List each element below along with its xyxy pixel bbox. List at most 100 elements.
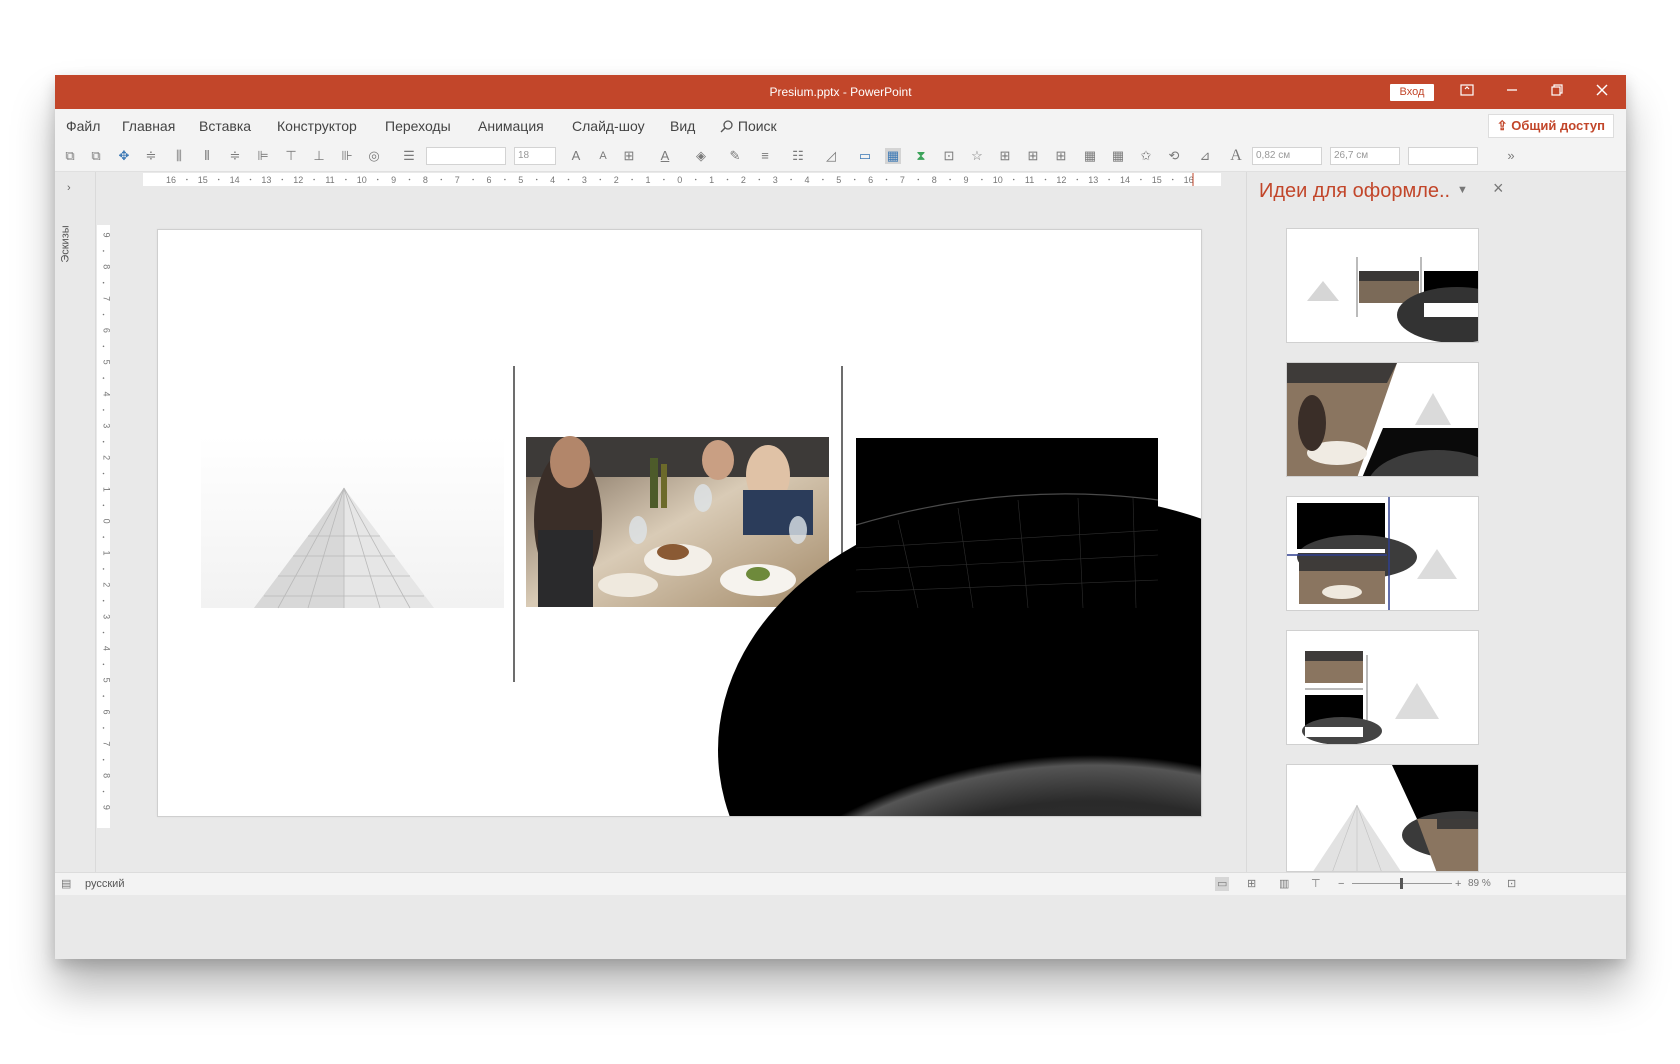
tab-view[interactable]: Вид — [670, 109, 695, 141]
signin-button[interactable]: Вход — [1390, 84, 1434, 101]
design-idea-1[interactable] — [1286, 228, 1479, 343]
h-ruler-tick — [631, 178, 633, 181]
ribbon-toolbar: ⧉ ⧉ ✥ ≑ ⫼ ⫴ ≑ ⊫ ⊤ ⊥ ⊪ ◎ ☰ 18 A A ⊞ A ◈ ✎… — [55, 141, 1626, 172]
align-bottom-icon[interactable]: ⊥ — [311, 148, 327, 164]
line-weight-icon[interactable]: ≡ — [757, 148, 773, 164]
thumbnails-label[interactable]: Эскизы — [60, 225, 72, 262]
zoom-out-icon[interactable]: − — [1338, 877, 1344, 891]
bring-forward-icon[interactable]: ⧗ — [913, 148, 929, 164]
tab-design[interactable]: Конструктор — [277, 109, 357, 141]
copy-format-icon[interactable]: ⧉ — [62, 148, 78, 164]
h-ruler-tick — [758, 178, 761, 181]
reading-view-icon[interactable]: ▥ — [1279, 877, 1289, 891]
tab-file[interactable]: Файл — [66, 109, 100, 141]
text-direction-icon[interactable]: ☰ — [401, 148, 417, 164]
duplicate-icon[interactable]: ⧉ — [88, 148, 104, 164]
shape-height-input[interactable]: 0,82 см — [1252, 147, 1322, 165]
design-idea-2[interactable] — [1286, 362, 1479, 477]
expand-thumbnails-icon[interactable]: › — [67, 182, 71, 194]
table-icon[interactable]: ▦ — [1082, 148, 1098, 164]
design-idea-3-preview — [1287, 497, 1478, 610]
dinner-photo[interactable] — [526, 436, 829, 607]
effects-icon[interactable]: ◿ — [823, 148, 839, 164]
thumbnails-panel: › Эскизы — [55, 172, 96, 872]
tab-insert[interactable]: Вставка — [199, 109, 251, 141]
align-middle-icon[interactable]: ⫼ — [171, 148, 187, 164]
restore-icon[interactable] — [1537, 75, 1577, 109]
minimize-icon[interactable] — [1492, 75, 1532, 109]
h-ruler-tick — [567, 178, 570, 181]
h-ruler-label: 12 — [1056, 175, 1066, 185]
slide-canvas[interactable] — [157, 229, 1398, 959]
table-style-icon[interactable]: ▦ — [1110, 148, 1126, 164]
design-idea-5[interactable] — [1286, 764, 1479, 872]
move-icon[interactable]: ✥ — [116, 148, 132, 164]
v-ruler-label: 7 — [102, 741, 111, 746]
share-button[interactable]: ⇪ Общий доступ — [1487, 114, 1614, 138]
zoom-in-icon[interactable]: + — [1455, 877, 1461, 891]
fill-color-icon[interactable]: ◈ — [693, 148, 709, 164]
status-language[interactable]: русский — [85, 873, 124, 895]
dash-style-icon[interactable]: ☷ — [790, 148, 806, 164]
zoom-slider-thumb[interactable] — [1400, 878, 1403, 889]
increase-font-icon[interactable]: A — [568, 148, 584, 164]
fit-to-window-icon[interactable]: ⊡ — [1507, 877, 1516, 891]
normal-view-icon[interactable]: ▭ — [1215, 877, 1230, 891]
zoom-level[interactable]: 89 % — [1468, 877, 1491, 891]
ribbon-display-icon[interactable] — [1447, 75, 1487, 109]
font-color-icon[interactable]: A — [657, 148, 673, 164]
tab-slideshow[interactable]: Слайд-шоу — [572, 109, 645, 141]
arrange-icon[interactable]: ⊿ — [1197, 148, 1213, 164]
align-top-icon[interactable]: ⊤ — [283, 148, 299, 164]
distribute-vertical-icon[interactable]: ≑ — [227, 148, 243, 164]
h-ruler-tick — [376, 178, 379, 181]
favorite-icon[interactable]: ✩ — [1138, 148, 1154, 164]
tab-transitions[interactable]: Переходы — [385, 109, 451, 141]
text-box-icon[interactable]: ⊞ — [621, 148, 637, 164]
outline-icon[interactable]: ✎ — [727, 148, 743, 164]
extra-input[interactable] — [1408, 147, 1478, 165]
design-idea-3[interactable] — [1286, 496, 1479, 611]
crop-icon[interactable]: ⊡ — [941, 148, 957, 164]
slideshow-icon[interactable]: ⊤ — [1311, 877, 1321, 891]
slide-sorter-icon[interactable]: ⊞ — [1247, 877, 1256, 891]
star-icon[interactable]: ☆ — [969, 148, 985, 164]
align-right-icon[interactable]: ⊪ — [339, 148, 355, 164]
close-panel-icon[interactable]: × — [1493, 178, 1504, 199]
h-ruler-tick — [790, 178, 792, 181]
h-ruler-label: 5 — [836, 175, 841, 185]
v-ruler-tick — [102, 409, 105, 411]
v-ruler-tick — [102, 695, 105, 697]
grid-3-icon[interactable]: ⊞ — [1053, 148, 1069, 164]
v-ruler-label: 6 — [102, 709, 111, 714]
notes-icon[interactable]: ▤ — [61, 877, 71, 891]
tab-animations[interactable]: Анимация — [478, 109, 544, 141]
chevron-down-icon[interactable]: ▼ — [1457, 184, 1468, 196]
search-box[interactable]: Поиск — [720, 109, 777, 141]
skyscraper-photo[interactable] — [201, 436, 504, 609]
h-ruler-tick — [822, 178, 824, 181]
close-icon[interactable] — [1582, 75, 1622, 109]
align-center-icon[interactable]: ≑ — [143, 148, 159, 164]
h-ruler-label: 3 — [773, 175, 778, 185]
font-size-select[interactable]: 18 — [514, 147, 556, 165]
align-left-icon[interactable]: ⊫ — [255, 148, 271, 164]
ribbon-tabs: Файл Главная Вставка Конструктор Переход… — [55, 109, 1626, 141]
tab-home[interactable]: Главная — [122, 109, 175, 141]
font-name-select[interactable] — [426, 147, 506, 165]
shape-icon[interactable]: ◎ — [366, 148, 382, 164]
text-style-icon[interactable]: A — [1228, 148, 1244, 164]
distribute-horizontal-icon[interactable]: ⫴ — [199, 148, 215, 164]
shape-width-input[interactable]: 26,7 см — [1330, 147, 1400, 165]
grid-1-icon[interactable]: ⊞ — [997, 148, 1013, 164]
rotate-icon[interactable]: ⟲ — [1166, 148, 1182, 164]
v-ruler-label: 8 — [102, 264, 111, 269]
picture-frame-icon[interactable]: ▭ — [857, 148, 873, 164]
decrease-font-icon[interactable]: A — [595, 148, 611, 164]
zoom-slider[interactable] — [1352, 878, 1452, 889]
layout-icon[interactable]: ▦ — [885, 148, 901, 164]
more-icon[interactable]: » — [1503, 148, 1519, 164]
grid-2-icon[interactable]: ⊞ — [1025, 148, 1041, 164]
h-ruler-tick — [281, 178, 284, 181]
design-idea-4[interactable] — [1286, 630, 1479, 745]
